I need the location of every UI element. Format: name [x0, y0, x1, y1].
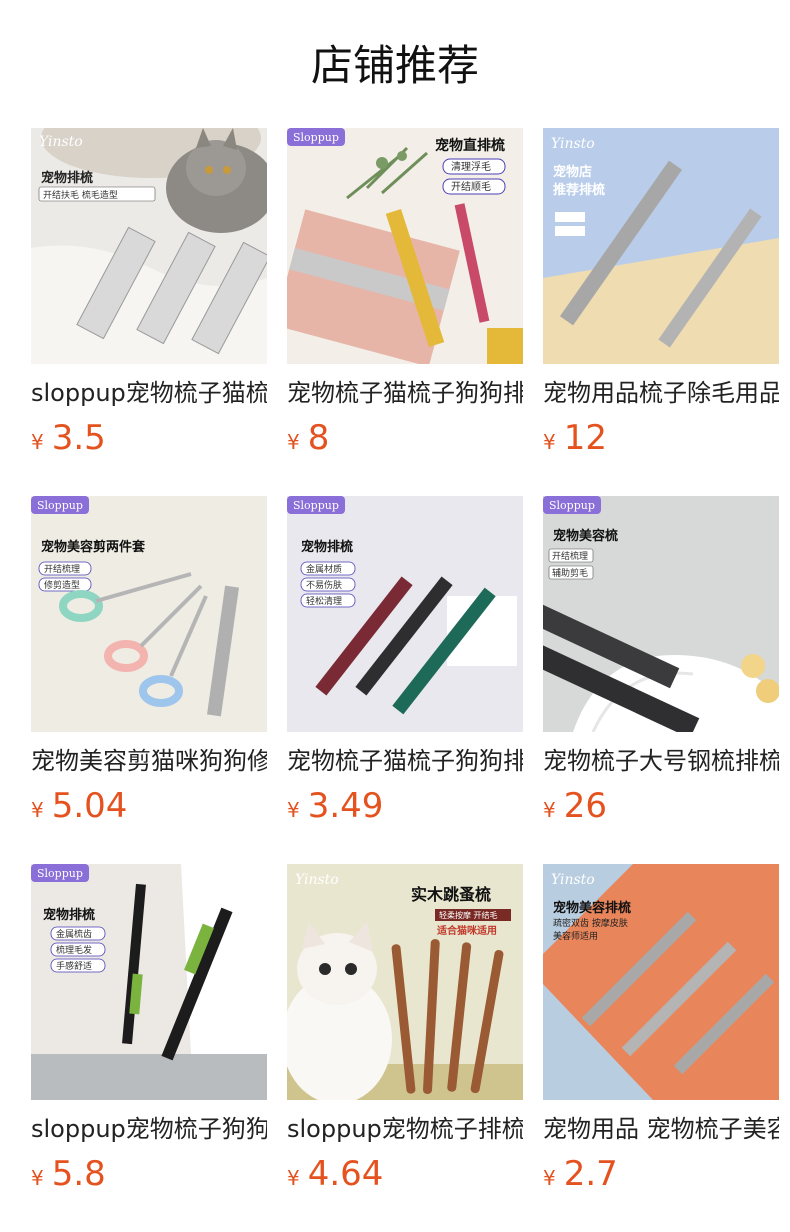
- svg-text:宠物排梳: 宠物排梳: [301, 539, 353, 555]
- product-name[interactable]: 宠物梳子猫梳子狗狗排梳: [287, 744, 523, 778]
- product-card[interactable]: Sloppup 宠物排梳 金属梳齿 梳理毛发 手感舒适 sloppup宠物梳子狗…: [31, 864, 267, 1194]
- product-name[interactable]: sloppup宠物梳子排梳: [287, 1112, 523, 1146]
- brand-logo: Sloppup: [37, 499, 83, 512]
- svg-text:轻松清理: 轻松清理: [306, 595, 342, 607]
- brand-logo: Yinsto: [551, 872, 595, 888]
- price-amount: 26: [563, 786, 607, 826]
- svg-text:宠物排梳: 宠物排梳: [41, 170, 93, 186]
- svg-text:轻柔按摩 开结毛: 轻柔按摩 开结毛: [439, 910, 498, 920]
- product-image[interactable]: Yinsto 宠物店 推荐排梳: [543, 128, 779, 364]
- svg-text:宠物美容梳: 宠物美容梳: [553, 528, 618, 544]
- product-card[interactable]: Yinsto 宠物排梳 开结扶毛 梳毛造型 sloppup宠物梳子猫梳子 ¥3.…: [31, 128, 267, 458]
- price-amount: 5.04: [51, 786, 128, 826]
- svg-text:实木跳蚤梳: 实木跳蚤梳: [411, 885, 491, 904]
- svg-text:金属梳齿: 金属梳齿: [56, 928, 92, 940]
- product-price: ¥3.49: [287, 786, 523, 826]
- product-name[interactable]: 宠物用品梳子除毛用品: [543, 376, 779, 410]
- product-card[interactable]: Sloppup 宠物美容梳 开结梳理 辅助剪毛 宠物梳子大号钢梳排梳 ¥26: [543, 496, 779, 826]
- svg-text:开结顺毛: 开结顺毛: [451, 180, 491, 193]
- price-amount: 4.64: [307, 1154, 384, 1194]
- price-amount: 8: [307, 418, 330, 458]
- product-price: ¥8: [287, 418, 523, 458]
- product-price: ¥5.04: [31, 786, 267, 826]
- currency-symbol: ¥: [543, 798, 556, 822]
- svg-text:手感舒适: 手感舒适: [56, 960, 92, 972]
- currency-symbol: ¥: [543, 1166, 556, 1190]
- product-image[interactable]: Yinsto 宠物排梳 开结扶毛 梳毛造型: [31, 128, 267, 364]
- product-image[interactable]: Sloppup 宠物美容梳 开结梳理 辅助剪毛: [543, 496, 779, 732]
- svg-text:金属材质: 金属材质: [306, 563, 342, 575]
- product-name[interactable]: sloppup宠物梳子猫梳子: [31, 376, 267, 410]
- price-amount: 2.7: [563, 1154, 618, 1194]
- svg-text:宠物美容排梳: 宠物美容排梳: [553, 900, 631, 916]
- brand-logo: Sloppup: [293, 499, 339, 512]
- currency-symbol: ¥: [543, 430, 556, 454]
- product-card[interactable]: Yinsto 实木跳蚤梳 轻柔按摩 开结毛 适合猫咪适用 sloppup宠物梳子…: [287, 864, 523, 1194]
- brand-logo: Yinsto: [295, 872, 339, 888]
- product-card[interactable]: Sloppup 宠物美容剪两件套 开结梳理 修剪造型 宠物美容剪猫咪狗狗修剪 ¥…: [31, 496, 267, 826]
- product-card[interactable]: Yinsto 宠物店 推荐排梳 宠物用品梳子除毛用品 ¥12: [543, 128, 779, 458]
- brand-logo: Yinsto: [39, 134, 83, 150]
- svg-text:开结梳理: 开结梳理: [552, 550, 588, 562]
- product-card[interactable]: Yinsto 宠物美容排梳 疏密双齿 按摩皮肤 美容师适用 宠物用品 宠物梳子美…: [543, 864, 779, 1194]
- svg-text:宠物美容剪两件套: 宠物美容剪两件套: [41, 539, 146, 555]
- price-amount: 5.8: [51, 1154, 106, 1194]
- product-image[interactable]: Sloppup 宠物排梳 金属材质 不易伤肤 轻松清理: [287, 496, 523, 732]
- product-image[interactable]: Sloppup 宠物美容剪两件套 开结梳理 修剪造型: [31, 496, 267, 732]
- svg-text:宠物直排梳: 宠物直排梳: [435, 137, 505, 154]
- price-amount: 3.5: [51, 418, 106, 458]
- svg-text:推荐排梳: 推荐排梳: [553, 182, 605, 198]
- product-name[interactable]: sloppup宠物梳子狗狗排梳: [31, 1112, 267, 1146]
- product-name[interactable]: 宠物梳子猫梳子狗狗排梳: [287, 376, 523, 410]
- currency-symbol: ¥: [31, 430, 44, 454]
- product-name[interactable]: 宠物用品 宠物梳子美容排梳: [543, 1112, 779, 1146]
- svg-text:清理浮毛: 清理浮毛: [451, 160, 491, 173]
- brand-logo: Sloppup: [549, 499, 595, 512]
- product-card[interactable]: Sloppup 宠物直排梳 清理浮毛 开结顺毛 宠物梳子猫梳子狗狗排梳 ¥8: [287, 128, 523, 458]
- product-image[interactable]: Yinsto 宠物美容排梳 疏密双齿 按摩皮肤 美容师适用: [543, 864, 779, 1100]
- page-title: 店铺推荐: [310, 41, 479, 90]
- svg-text:宠物排梳: 宠物排梳: [43, 907, 95, 923]
- product-price: ¥4.64: [287, 1154, 523, 1194]
- svg-text:不易伤肤: 不易伤肤: [306, 579, 342, 591]
- svg-text:开结梳理: 开结梳理: [44, 563, 80, 575]
- product-price: ¥26: [543, 786, 779, 826]
- brand-logo: Yinsto: [551, 136, 595, 152]
- currency-symbol: ¥: [31, 798, 44, 822]
- product-image[interactable]: Sloppup 宠物直排梳 清理浮毛 开结顺毛: [287, 128, 523, 364]
- brand-logo: Sloppup: [293, 131, 339, 144]
- svg-text:宠物店: 宠物店: [553, 164, 592, 180]
- product-price: ¥2.7: [543, 1154, 779, 1194]
- currency-symbol: ¥: [287, 430, 300, 454]
- brand-logo: Sloppup: [37, 867, 83, 880]
- product-name[interactable]: 宠物美容剪猫咪狗狗修剪: [31, 744, 267, 778]
- price-amount: 3.49: [307, 786, 384, 826]
- product-price: ¥5.8: [31, 1154, 267, 1194]
- svg-text:适合猫咪适用: 适合猫咪适用: [437, 924, 497, 937]
- currency-symbol: ¥: [31, 1166, 44, 1190]
- product-price: ¥12: [543, 418, 779, 458]
- currency-symbol: ¥: [287, 798, 300, 822]
- product-price: ¥3.5: [31, 418, 267, 458]
- svg-text:修剪造型: 修剪造型: [44, 579, 80, 591]
- svg-text:梳理毛发: 梳理毛发: [56, 944, 92, 956]
- svg-text:开结扶毛 梳毛造型: 开结扶毛 梳毛造型: [43, 189, 118, 201]
- product-card[interactable]: Sloppup 宠物排梳 金属材质 不易伤肤 轻松清理 宠物梳子猫梳子狗狗排梳 …: [287, 496, 523, 826]
- product-image[interactable]: Sloppup 宠物排梳 金属梳齿 梳理毛发 手感舒适: [31, 864, 267, 1100]
- product-name[interactable]: 宠物梳子大号钢梳排梳: [543, 744, 779, 778]
- product-image[interactable]: Yinsto 实木跳蚤梳 轻柔按摩 开结毛 适合猫咪适用: [287, 864, 523, 1100]
- price-amount: 12: [563, 418, 607, 458]
- currency-symbol: ¥: [287, 1166, 300, 1190]
- svg-text:辅助剪毛: 辅助剪毛: [552, 567, 588, 579]
